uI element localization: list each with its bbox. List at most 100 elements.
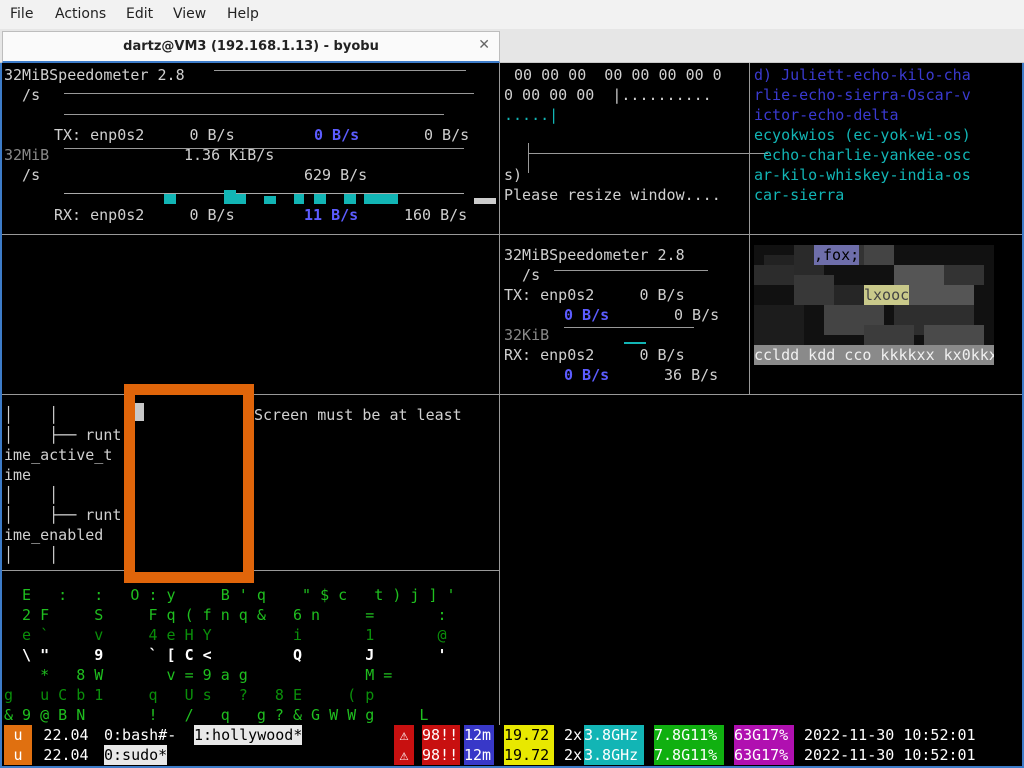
graph-line: [564, 327, 694, 328]
tree-line: ime_active_t: [4, 446, 113, 464]
updates: 98!!: [422, 745, 460, 765]
tree-line: │ │: [4, 486, 59, 504]
speedo2-tx-right: 0 B/s: [674, 306, 720, 324]
aafire-text: lxooc: [864, 285, 910, 305]
terminal-tab[interactable]: dartz@VM3 (192.168.1.13) - byobu ✕: [2, 31, 500, 63]
word-line: ar-kilo-whiskey-india-os: [754, 166, 971, 184]
cpu-freq: 3.8GHz: [584, 745, 644, 765]
tree-line: │ │: [4, 406, 59, 424]
menu-help[interactable]: Help: [227, 6, 259, 22]
word-line: ictor-echo-delta: [754, 106, 899, 124]
speedo2-rx-mid: 0 B/s: [564, 366, 610, 384]
menu-actions[interactable]: Actions: [55, 6, 106, 22]
hex-line2: 0 00 00 00 |..........: [504, 86, 712, 104]
graph-bar: [164, 194, 176, 204]
cursor-block: [135, 403, 144, 421]
disk: 63G17%: [734, 725, 794, 745]
tree-line: │ │: [4, 546, 59, 564]
ubuntu-logo: u: [4, 745, 32, 765]
warning-icon: ⚠: [394, 745, 414, 765]
load-avg: 19.72: [504, 745, 554, 765]
pane-divider: [499, 394, 1022, 395]
speedo-unit: /s: [4, 86, 41, 104]
speedo2-header: 32MiBSpeedometer 2.8: [504, 246, 685, 264]
rx-line: RX: enp0s2 0 B/s: [54, 206, 235, 224]
bps-value: 629 B/s: [304, 166, 368, 184]
kib-value: 1.36 KiB/s: [184, 146, 275, 164]
tab-title: dartz@VM3 (192.168.1.13) - byobu: [123, 39, 379, 54]
hex-line1: 00 00 00 00 00 00 00 0: [514, 66, 722, 84]
pane-divider: [499, 234, 1022, 235]
graph-line: [214, 70, 466, 71]
speedo2-rx-right: 36 B/s: [664, 366, 719, 384]
cpu-count: 2x: [564, 726, 583, 744]
uptime: 12m: [464, 745, 494, 765]
graph-bar: [264, 196, 276, 204]
word-line: ecyokwios (ec-yok-wi-os): [754, 126, 971, 144]
byobu-status-bar: u 22.04 0:bash#- 1:hollywood* ⚠ 98!! 12m…: [2, 725, 1022, 745]
graph-bar: [314, 194, 326, 204]
speedo2-scale: 32KiB: [504, 326, 550, 344]
matrix-line: g u C b 1 q U s ? 8 E ( p: [4, 686, 375, 704]
graph-line: [554, 270, 708, 271]
resize-message: Please resize window....: [504, 186, 721, 204]
os-version: 22.04: [32, 745, 100, 765]
updates: 98!!: [422, 725, 460, 745]
tree-line: ime: [4, 466, 32, 484]
memory: 7.8G11%: [654, 725, 724, 745]
rx-mid: 11 B/s: [304, 206, 359, 224]
cpu-freq: 3.8GHz: [584, 725, 644, 745]
menu-file[interactable]: File: [10, 6, 33, 22]
speedo-unit2: /s: [4, 166, 41, 184]
tree-line: │ ├── runt: [4, 506, 122, 524]
tree-line: ime_enabled: [4, 526, 104, 544]
clock: 2022-11-30 10:52:01: [804, 746, 976, 764]
tab-bar: dartz@VM3 (192.168.1.13) - byobu ✕: [0, 29, 1024, 63]
menu-view[interactable]: View: [173, 6, 206, 22]
os-version: 22.04: [32, 725, 100, 745]
tx-mid: 0 B/s: [314, 126, 360, 144]
speedo2-unit: /s: [504, 266, 541, 284]
speedo-header: 32MiBSpeedometer 2.8: [4, 66, 185, 84]
matrix-line: \ " 9 ` [ C < Q J ': [4, 646, 447, 664]
window-1-active[interactable]: 1:hollywood*: [194, 725, 303, 745]
graph-bar: [364, 194, 398, 204]
disk: 63G17%: [734, 745, 794, 765]
aafire-pane: ,fox; lxooc ccldd kdd cco kkkkxx kx0kkxc: [754, 245, 994, 365]
graph-bar: [344, 194, 356, 204]
matrix-line: e ` v 4 e H Y i 1 @: [4, 626, 447, 644]
highlight-box: [124, 384, 254, 583]
graph-line: [64, 114, 444, 115]
aafire-bottom: ccldd kdd cco kkkkxx kx0kkxc: [754, 346, 994, 364]
close-icon[interactable]: ✕: [478, 37, 490, 53]
hex-rule: [528, 153, 768, 154]
window-0-active[interactable]: 0:sudo*: [104, 745, 168, 765]
speedo2-rx: RX: enp0s2 0 B/s: [504, 346, 685, 364]
menu-edit[interactable]: Edit: [126, 6, 153, 22]
cpu-count: 2x: [564, 746, 583, 764]
memory: 7.8G11%: [654, 745, 724, 765]
terminal-area[interactable]: 32MiBSpeedometer 2.8 /s TX: enp0s2 0 B/s…: [0, 63, 1024, 768]
graph-bar: [294, 194, 304, 204]
screen-warning: Screen must be at least: [254, 406, 462, 424]
tree-line: │ ├── runt: [4, 426, 122, 444]
hex-rule: [528, 143, 529, 173]
pane-divider-vertical: [749, 63, 750, 394]
word-line: rlie-echo-sierra-Oscar-v: [754, 86, 971, 104]
graph-bar: [474, 198, 496, 204]
tx-right: 0 B/s: [424, 126, 470, 144]
speedo2-tx: TX: enp0s2 0 B/s: [504, 286, 685, 304]
graph-bar: [224, 190, 236, 204]
matrix-line: * 8 W v = 9 a g M =: [4, 666, 393, 684]
graph-baseline: [64, 193, 464, 194]
aafire-text: ,fox;: [814, 245, 860, 265]
byobu-status-bar-2: u 22.04 0:sudo* ⚠ 98!! 12m 19.72 2x 3.8G…: [2, 745, 1022, 765]
speedo2-tx-mid: 0 B/s: [564, 306, 610, 324]
tx-line: TX: enp0s2 0 B/s: [54, 126, 235, 144]
menu-bar: File Actions Edit View Help: [0, 0, 1024, 29]
window-0[interactable]: 0:bash#-: [104, 725, 177, 745]
hex-line4: s): [504, 166, 523, 184]
word-line: echo-charlie-yankee-osc: [754, 146, 971, 164]
ubuntu-logo: u: [4, 725, 32, 745]
word-line: car-sierra: [754, 186, 845, 204]
